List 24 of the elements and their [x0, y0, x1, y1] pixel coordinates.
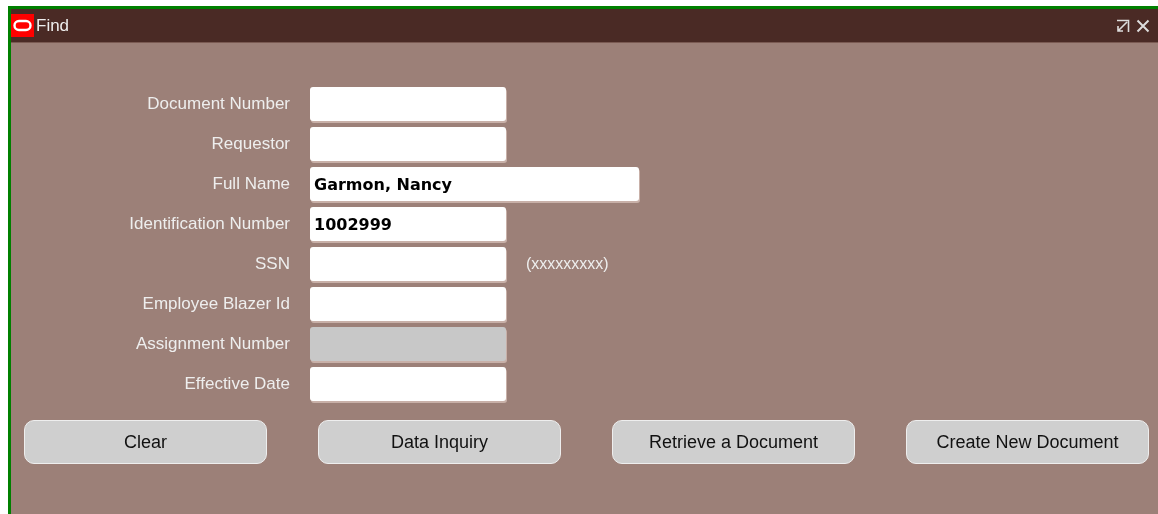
field-label: Effective Date [183, 374, 291, 394]
action-button[interactable]: Clear [24, 420, 267, 464]
field-label: Assignment Number [135, 334, 291, 354]
field-label: Document Number [146, 94, 291, 114]
action-button[interactable]: Retrieve a Document [612, 420, 855, 464]
action-button[interactable]: Data Inquiry [318, 420, 561, 464]
input-field[interactable] [310, 127, 506, 161]
field-label: Employee Blazer Id [141, 294, 291, 314]
window-title: Find [36, 15, 70, 36]
input-field[interactable]: 1002999 [310, 207, 506, 241]
field-label: Requestor [210, 134, 291, 154]
input-field[interactable] [310, 247, 506, 281]
input-field[interactable] [310, 367, 506, 401]
oracle-logo-icon [11, 14, 34, 37]
field-label: Identification Number [128, 214, 291, 234]
field-label: SSN [254, 254, 291, 274]
action-button[interactable]: Create New Document [906, 420, 1149, 464]
input-field[interactable] [310, 87, 506, 121]
input-field[interactable]: Garmon, Nancy [310, 167, 639, 201]
close-icon[interactable] [1136, 18, 1150, 33]
field-label: Full Name [211, 174, 291, 194]
restore-icon[interactable] [1116, 18, 1130, 33]
format-hint: (xxxxxxxxx) [526, 255, 609, 273]
input-field[interactable] [310, 287, 506, 321]
